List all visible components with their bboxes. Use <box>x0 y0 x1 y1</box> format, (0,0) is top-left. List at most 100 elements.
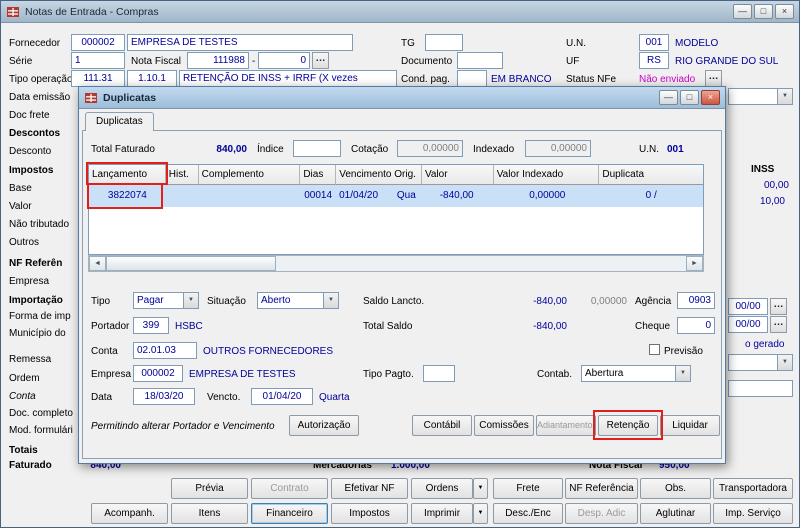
dialog-minimize-icon[interactable]: — <box>659 90 678 105</box>
fornecedor-label: Fornecedor <box>9 38 61 49</box>
imprimir-button[interactable]: Imprimir <box>411 503 473 524</box>
cell-complemento[interactable] <box>199 185 301 207</box>
financeiro-button[interactable]: Financeiro <box>251 503 328 524</box>
scroll-left-icon[interactable]: ◄ <box>89 256 106 271</box>
documento-field[interactable] <box>457 52 503 69</box>
right-combo-mid[interactable]: ▼ <box>728 354 793 371</box>
col-hist[interactable]: Hist. <box>165 165 199 185</box>
acompanh-button[interactable]: Acompanh. <box>91 503 168 524</box>
data-field[interactable]: 18/03/20 <box>133 388 195 405</box>
fornecedor-name-field[interactable]: EMPRESA DE TESTES <box>127 34 353 51</box>
close-icon[interactable]: × <box>775 4 794 19</box>
tg-field[interactable] <box>425 34 463 51</box>
imprimir-dropdown-icon[interactable]: ▼ <box>473 503 488 524</box>
dialog-title: Duplicatas <box>103 91 157 104</box>
tipo-combo[interactable]: Pagar ▼ <box>133 292 199 309</box>
totais-section-label: Totais <box>9 445 38 456</box>
scrollbar-thumb[interactable] <box>106 256 276 271</box>
agencia-field[interactable]: 0903 <box>677 292 715 309</box>
contab-combo[interactable]: Abertura ▼ <box>581 365 691 382</box>
liquidar-button[interactable]: Liquidar <box>660 415 720 436</box>
right-field-bottom[interactable] <box>728 380 793 397</box>
right-combo-top[interactable]: ▼ <box>728 88 793 105</box>
autorizacao-button[interactable]: Autorização <box>289 415 359 436</box>
cotacao-label: Cotação <box>351 144 389 155</box>
cell-lancamento[interactable]: 3822074 <box>89 185 166 207</box>
table-row[interactable]: 3822074 00014 01/04/20 Qua -840,00 0,000… <box>89 185 703 207</box>
impostos-button[interactable]: Impostos <box>331 503 408 524</box>
chevron-down-icon[interactable]: ▼ <box>777 89 792 104</box>
obs-button[interactable]: Obs. <box>640 478 711 499</box>
previsao-checkbox[interactable] <box>649 344 660 355</box>
cell-valor[interactable]: -840,00 <box>422 185 494 207</box>
grid-hscrollbar[interactable]: ◄ ► <box>88 255 704 272</box>
minimize-icon[interactable]: — <box>733 4 752 19</box>
scroll-right-icon[interactable]: ► <box>686 256 703 271</box>
aglutinar-button[interactable]: Aglutinar <box>640 503 711 524</box>
chevron-down-icon[interactable]: ▼ <box>183 293 198 308</box>
importacao-data1-field[interactable]: 00/00 <box>728 298 768 315</box>
tab-duplicatas[interactable]: Duplicatas <box>85 112 154 131</box>
vencimento-weekday: Qua <box>396 190 416 201</box>
chevron-down-icon[interactable]: ▼ <box>323 293 338 308</box>
nota-fiscal-sufixo-field[interactable]: 0 <box>258 52 310 69</box>
notas-entrada-window: Notas de Entrada - Compras — □ × Fornece… <box>0 0 800 528</box>
conta-code-field[interactable]: 02.01.03 <box>133 342 197 359</box>
col-valor[interactable]: Valor <box>421 165 494 185</box>
contabil-button[interactable]: Contábil <box>412 415 472 436</box>
fornecedor-code-field[interactable]: 000002 <box>71 34 125 51</box>
col-dias[interactable]: Dias <box>300 165 337 185</box>
efetivar-nf-button[interactable]: Efetivar NF <box>331 478 408 499</box>
importacao-data2-lookup-button[interactable]: … <box>770 316 787 333</box>
nota-fiscal-lookup-button[interactable]: … <box>312 52 329 69</box>
col-lancamento[interactable]: Lançamento <box>89 165 166 185</box>
transportadora-button[interactable]: Transportadora <box>713 478 793 499</box>
tg-label: TG <box>401 38 415 49</box>
uf-code-field[interactable]: RS <box>639 52 669 69</box>
previa-button[interactable]: Prévia <box>171 478 248 499</box>
maximize-icon[interactable]: □ <box>754 4 773 19</box>
desc-enc-button[interactable]: Desc./Enc <box>493 503 563 524</box>
col-duplicata[interactable]: Duplicata <box>599 165 704 185</box>
scrollbar-track[interactable] <box>276 256 686 271</box>
indice-field[interactable] <box>293 140 341 157</box>
importacao-data2-field[interactable]: 00/00 <box>728 316 768 333</box>
dialog-close-icon[interactable]: × <box>701 90 720 105</box>
imp-servico-button[interactable]: Imp. Serviço <box>713 503 793 524</box>
ordens-dropdown-icon[interactable]: ▼ <box>473 478 488 499</box>
cell-hist[interactable] <box>166 185 199 207</box>
col-vencimento-orig[interactable]: Vencimento Orig. <box>336 165 422 185</box>
un-code-field[interactable]: 001 <box>639 34 669 51</box>
serie-field[interactable]: 1 <box>71 52 125 69</box>
situacao-combo[interactable]: Aberto ▼ <box>257 292 339 309</box>
importacao-data1-lookup-button[interactable]: … <box>770 298 787 315</box>
vencto-field[interactable]: 01/04/20 <box>251 388 313 405</box>
empresa-code-field[interactable]: 000002 <box>133 365 183 382</box>
cell-valor-indexado[interactable]: 0,00000 <box>494 185 600 207</box>
ordens-button[interactable]: Ordens <box>411 478 473 499</box>
cond-pag-field[interactable] <box>457 70 487 87</box>
cheque-field[interactable]: 0 <box>677 317 715 334</box>
tipo-pagto-field[interactable] <box>423 365 455 382</box>
tipo-operacao-code2-field[interactable]: 1.10.1 <box>127 70 177 87</box>
col-complemento[interactable]: Complemento <box>198 165 301 185</box>
dialog-titlebar[interactable]: Duplicatas — □ × <box>79 87 725 109</box>
status-nfe-lookup-button[interactable]: … <box>705 70 722 87</box>
itens-button[interactable]: Itens <box>171 503 248 524</box>
tipo-operacao-desc-field[interactable]: RETENÇÃO DE INSS + IRRF (X vezes <box>179 70 397 87</box>
chevron-down-icon[interactable]: ▼ <box>777 355 792 370</box>
cell-vencimento[interactable]: 01/04/20 Qua <box>336 185 422 207</box>
nota-fiscal-numero-field[interactable]: 111988 <box>187 52 249 69</box>
nf-referencia-button[interactable]: NF Referência <box>565 478 638 499</box>
cell-duplicata[interactable]: 0 / <box>599 185 703 207</box>
retencao-button[interactable]: Retenção <box>598 415 658 436</box>
portador-code-field[interactable]: 399 <box>133 317 169 334</box>
col-valor-indexado[interactable]: Valor Indexado <box>493 165 600 185</box>
dialog-maximize-icon[interactable]: □ <box>680 90 699 105</box>
tipo-operacao-code1-field[interactable]: 111.31 <box>71 70 125 87</box>
cell-dias[interactable]: 00014 <box>300 185 336 207</box>
chevron-down-icon[interactable]: ▼ <box>675 366 690 381</box>
frete-button[interactable]: Frete <box>493 478 563 499</box>
comissoes-button[interactable]: Comissões <box>474 415 534 436</box>
main-titlebar[interactable]: Notas de Entrada - Compras — □ × <box>1 1 799 23</box>
